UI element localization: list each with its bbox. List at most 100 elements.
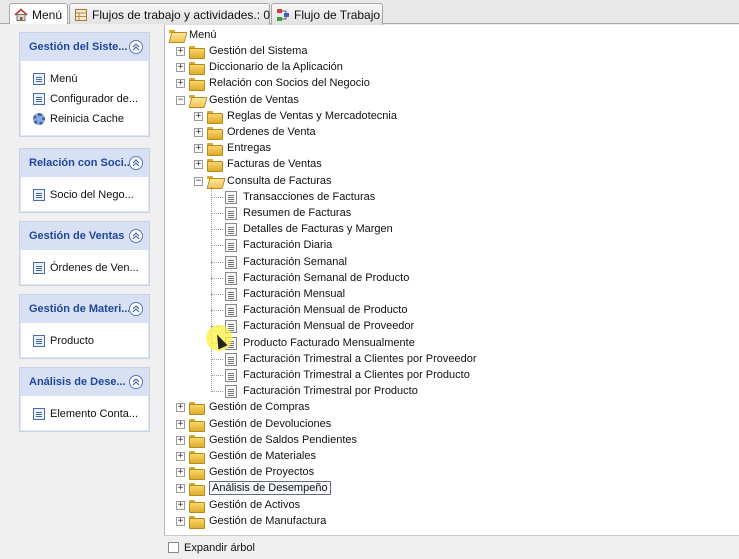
report-icon [225, 303, 237, 317]
home-icon [14, 8, 28, 22]
sidebar-item-menu[interactable]: Menú [33, 69, 148, 89]
tab-workflow[interactable]: Flujo de Trabajo [271, 3, 383, 25]
tree-node-label: Transacciones de Facturas [243, 191, 376, 203]
card-body: Órdenes de Ven... [21, 250, 148, 284]
tree-connector [211, 245, 223, 246]
folder-open-icon [207, 175, 222, 187]
sidebar-item-accounting-element[interactable]: Elemento Conta... [33, 404, 148, 424]
tree-node-label: Ordenes de Venta [227, 126, 316, 138]
document-icon [33, 73, 45, 85]
tree-connector [211, 391, 223, 392]
tree-node-label: Gestión de Proyectos [209, 466, 315, 478]
collapse-icon[interactable] [129, 229, 143, 243]
tree-node-label: Gestión de Materiales [209, 450, 316, 462]
sidebar-item-product[interactable]: Producto [33, 331, 148, 351]
folder-icon [207, 110, 223, 124]
expand-tree-checkbox[interactable] [168, 542, 179, 553]
tab-menu[interactable]: Menú [9, 3, 68, 26]
sidebar: Gestión del Siste... Menú Configurador d… [0, 24, 164, 559]
collapse-icon[interactable] [129, 375, 143, 389]
document-icon [33, 189, 45, 201]
collapse-toggle-icon[interactable]: − [194, 177, 203, 186]
tree-folder-node[interactable]: Reglas de Ventas y Mercadotecnia [207, 108, 397, 124]
tree-node-label: Gestión de Manufactura [209, 515, 327, 527]
tree-folder-node[interactable]: Diccionario de la Aplicación [189, 59, 343, 75]
collapse-icon[interactable] [129, 156, 143, 170]
tree-leaf-node[interactable]: Facturación Mensual de Proveedor [225, 318, 414, 334]
sidebar-card-system: Gestión del Siste... Menú Configurador d… [19, 32, 150, 137]
tree-leaf-node[interactable]: Facturación Trimestral a Clientes por Pr… [225, 367, 470, 383]
sidebar-item-configurator[interactable]: Configurador de... [33, 89, 148, 109]
tree-folder-node[interactable]: Gestión de Proyectos [189, 464, 314, 480]
expand-toggle-icon[interactable]: + [176, 452, 185, 461]
tree-leaf-node[interactable]: Resumen de Facturas [225, 205, 351, 221]
tree-folder-node[interactable]: Consulta de Facturas [207, 173, 332, 189]
tree-leaf-node[interactable]: Transacciones de Facturas [225, 189, 375, 205]
expand-toggle-icon[interactable]: + [176, 517, 185, 526]
card-header[interactable]: Gestión de Ventas [20, 222, 149, 250]
expand-toggle-icon[interactable]: + [176, 484, 185, 493]
tree-root[interactable]: Menú [169, 27, 217, 43]
menu-tree: Menú + Gestión del Sistema + Diccionario de… [164, 25, 739, 535]
tree-folder-node[interactable]: Ordenes de Venta [207, 124, 316, 140]
sidebar-item-label: Socio del Nego... [50, 189, 134, 201]
folder-icon [189, 45, 205, 59]
tree-folder-node[interactable]: Gestión de Ventas [189, 92, 299, 108]
expand-toggle-icon[interactable]: + [194, 128, 203, 137]
tree-leaf-node[interactable]: Detalles de Facturas y Margen [225, 221, 393, 237]
tree-folder-node[interactable]: Gestión de Saldos Pendientes [189, 432, 357, 448]
report-icon [225, 352, 237, 366]
tree-folder-node[interactable]: Gestión de Manufactura [189, 513, 326, 529]
sidebar-item-business-partner[interactable]: Socio del Nego... [33, 185, 148, 205]
tree-folder-node[interactable]: Gestión de Activos [189, 497, 300, 513]
expand-toggle-icon[interactable]: + [176, 436, 185, 445]
sidebar-item-label: Reinicia Cache [50, 113, 124, 125]
tree-folder-node[interactable]: Análisis de Desempeño [189, 480, 331, 496]
tree-folder-node[interactable]: Facturas de Ventas [207, 156, 322, 172]
tree-leaf-node[interactable]: Facturación Trimestral por Producto [225, 383, 418, 399]
folder-icon [189, 466, 205, 480]
tree-folder-node[interactable]: Relación con Socios del Negocio [189, 75, 370, 91]
expand-toggle-icon[interactable]: + [176, 420, 185, 429]
tree-node-label: Facturación Trimestral por Producto [243, 385, 418, 397]
card-header[interactable]: Relación con Soci... [20, 149, 149, 177]
tree-leaf-node[interactable]: Facturación Mensual [225, 286, 345, 302]
document-icon [33, 93, 45, 105]
tree-folder-node[interactable]: Gestión del Sistema [189, 43, 307, 59]
gear-icon [33, 113, 45, 125]
card-header[interactable]: Análisis de Dese... [20, 368, 149, 396]
collapse-icon[interactable] [129, 40, 143, 54]
sidebar-item-reset-cache[interactable]: Reinicia Cache [33, 109, 148, 129]
expand-toggle-icon[interactable]: + [194, 160, 203, 169]
tree-connector [211, 359, 223, 360]
expand-toggle-icon[interactable]: + [194, 144, 203, 153]
tree-leaf-node[interactable]: Facturación Diaria [225, 237, 332, 253]
tree-leaf-node[interactable]: Facturación Mensual de Producto [225, 302, 407, 318]
tree-leaf-node[interactable]: Facturación Trimestral a Clientes por Pr… [225, 351, 477, 367]
tree-folder-node[interactable]: Gestión de Devoluciones [189, 416, 331, 432]
tree-folder-node[interactable]: Gestión de Materiales [189, 448, 316, 464]
expand-toggle-icon[interactable]: + [176, 47, 185, 56]
expand-toggle-icon[interactable]: + [176, 79, 185, 88]
tab-workflow-activities[interactable]: Flujos de trabajo y actividades.: 0 [69, 3, 270, 25]
tree-connector [211, 294, 223, 295]
expand-toggle-icon[interactable]: + [176, 63, 185, 72]
sidebar-item-sales-orders[interactable]: Órdenes de Ven... [33, 258, 148, 278]
tree-leaf-node[interactable]: Producto Facturado Mensualmente [225, 335, 415, 351]
tree-leaf-node[interactable]: Facturación Semanal [225, 254, 347, 270]
expand-toggle-icon[interactable]: + [176, 468, 185, 477]
expand-toggle-icon[interactable]: + [176, 403, 185, 412]
card-header[interactable]: Gestión del Siste... [20, 33, 149, 61]
expand-toggle-icon[interactable]: + [176, 501, 185, 510]
sidebar-card-materials: Gestión de Materi... Producto [19, 294, 150, 359]
collapse-icon[interactable] [129, 302, 143, 316]
tree-leaf-node[interactable]: Facturación Semanal de Producto [225, 270, 409, 286]
expand-tree-label[interactable]: Expandir árbol [184, 542, 255, 554]
collapse-toggle-icon[interactable]: − [176, 96, 185, 105]
tree-folder-node[interactable]: Gestión de Compras [189, 399, 310, 415]
card-header[interactable]: Gestión de Materi... [20, 295, 149, 323]
expand-toggle-icon[interactable]: + [194, 112, 203, 121]
card-title: Gestión de Materi... [29, 303, 129, 315]
sidebar-card-partners: Relación con Soci... Socio del Nego... [19, 148, 150, 213]
tree-folder-node[interactable]: Entregas [207, 140, 271, 156]
